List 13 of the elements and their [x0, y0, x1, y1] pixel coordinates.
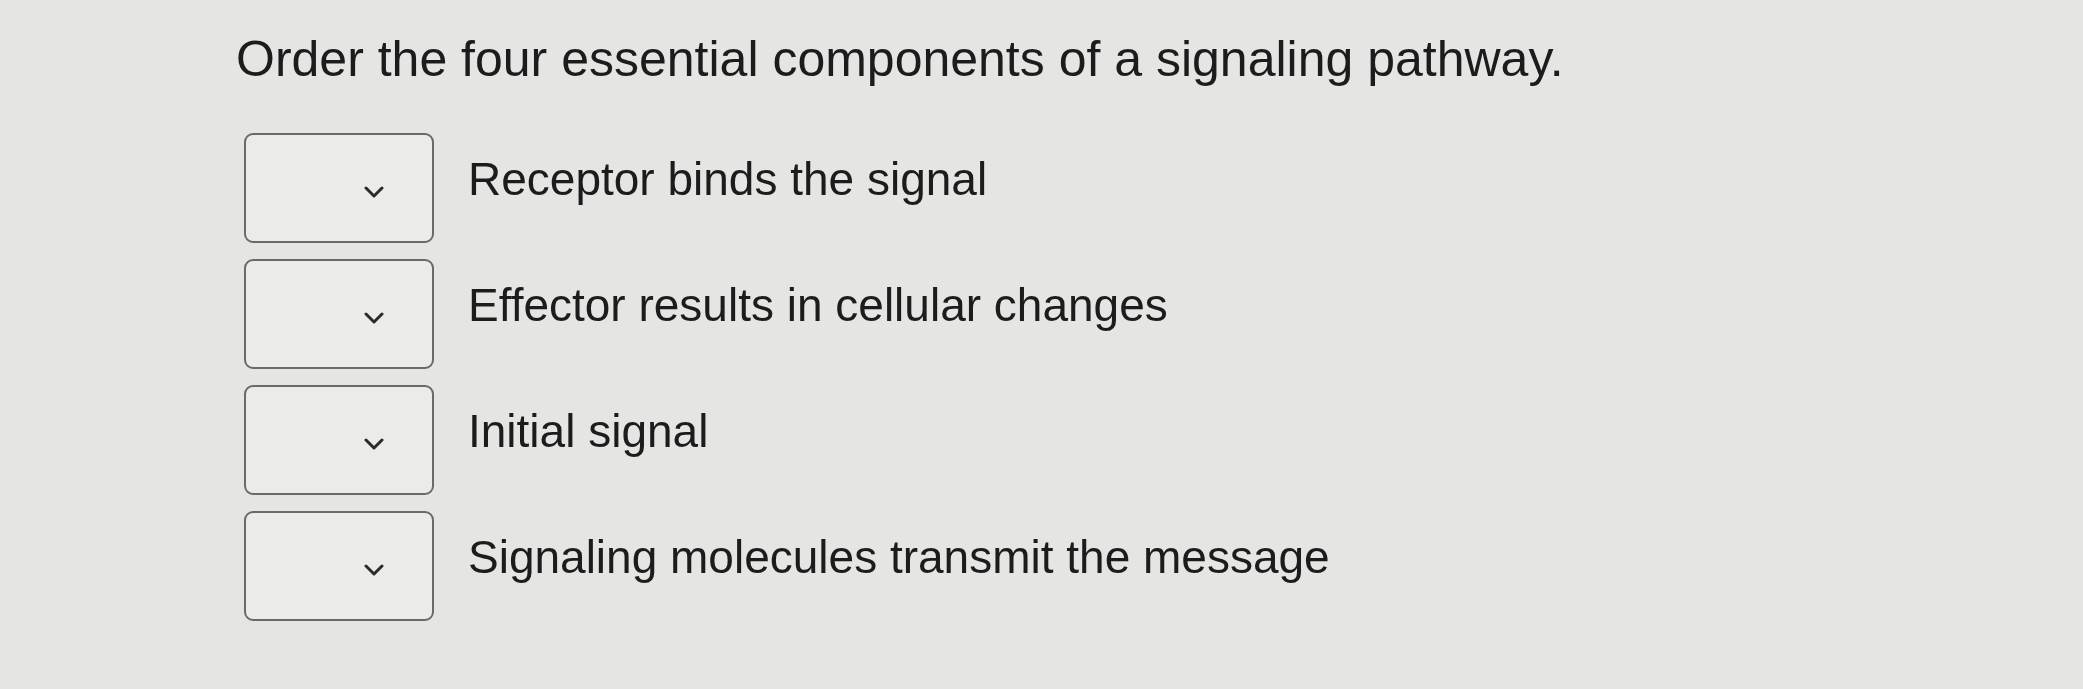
step-label: Initial signal: [468, 404, 709, 459]
order-dropdown[interactable]: [244, 385, 434, 495]
order-dropdown[interactable]: [244, 133, 434, 243]
step-label: Receptor binds the signal: [468, 152, 988, 207]
step-label: Signaling molecules transmit the message: [468, 530, 1330, 585]
chevron-down-icon: [364, 312, 384, 324]
step-label: Effector results in cellular changes: [468, 278, 1168, 333]
order-dropdown[interactable]: [244, 259, 434, 369]
chevron-down-icon: [364, 186, 384, 198]
chevron-down-icon: [364, 438, 384, 450]
question-text: Order the four essential components of a signaling pathway.: [236, 30, 1564, 89]
chevron-down-icon: [364, 564, 384, 576]
order-dropdown[interactable]: [244, 511, 434, 621]
